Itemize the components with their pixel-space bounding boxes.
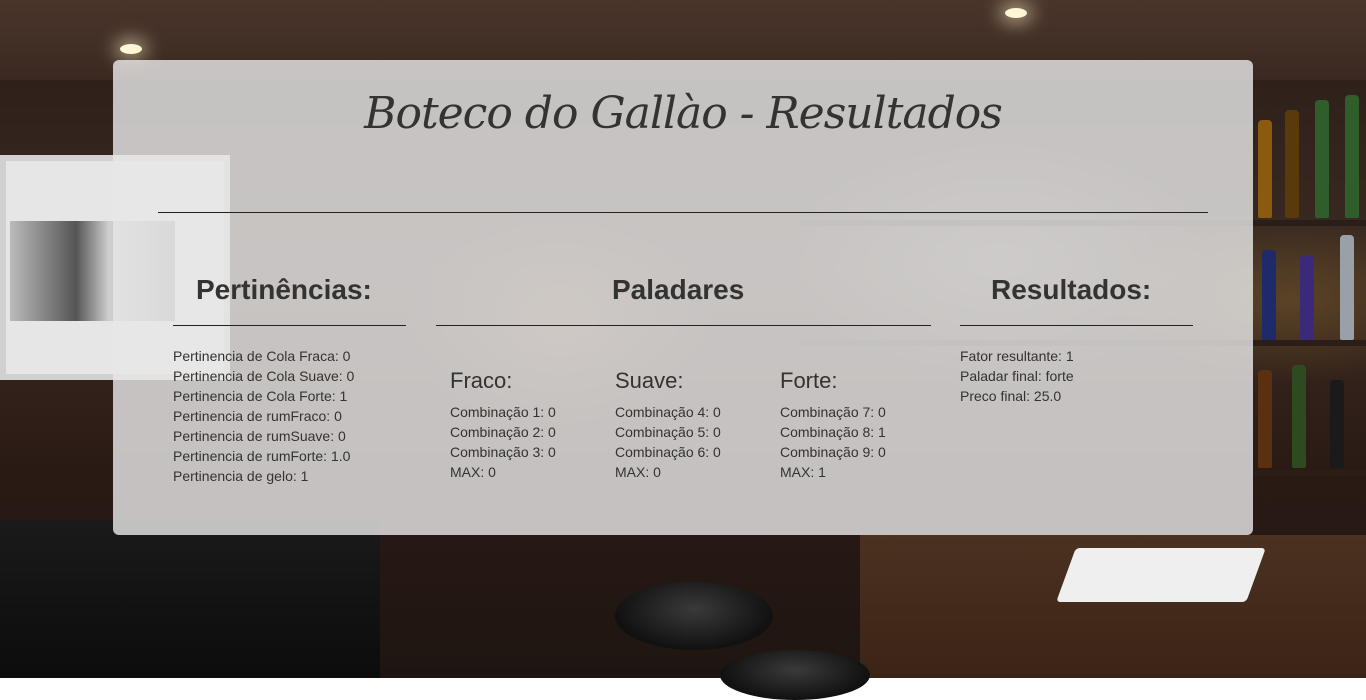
title-divider [158,212,1208,213]
combinacao-item: Combinação 2: 0 [450,424,556,440]
resultado-item: Paladar final: forte [960,368,1074,384]
pertinencia-item: Pertinencia de gelo: 1 [173,468,309,484]
ceiling-light [1005,8,1027,18]
pertinencia-item: Pertinencia de Cola Forte: 1 [173,388,348,404]
pertinencias-list: Pertinencia de Cola Fraca: 0 Pertinencia… [173,346,354,486]
bottle [1330,380,1344,468]
bar-stool [615,582,773,650]
combinacao-item: Combinação 7: 0 [780,404,886,420]
bottle [1258,370,1272,468]
paladar-forte-heading: Forte: [780,368,838,393]
combinacao-item: Combinação 1: 0 [450,404,556,420]
max-item: MAX: 0 [450,464,496,480]
bottle [1300,255,1314,340]
paladares-divider [436,325,931,326]
paladar-fraco-list: Combinação 1: 0 Combinação 2: 0 Combinaç… [450,402,556,482]
paladar-suave-list: Combinação 4: 0 Combinação 5: 0 Combinaç… [615,402,721,482]
ceiling-light [120,44,142,54]
resultados-heading: Resultados: [991,274,1152,305]
resultado-item: Preco final: 25.0 [960,388,1062,404]
paladares-heading: Paladares [612,274,745,305]
bottle [1262,250,1276,340]
combinacao-item: Combinação 6: 0 [615,444,721,460]
pertinencia-item: Pertinencia de rumSuave: 0 [173,428,346,444]
combinacao-item: Combinação 8: 1 [780,424,886,440]
max-item: MAX: 1 [780,464,826,480]
sofa [0,520,380,678]
resultados-divider [960,325,1193,326]
pertinencia-item: Pertinencia de rumForte: 1.0 [173,448,351,464]
page-title: Boteco do Gallào - Resultados [364,88,1003,139]
combinacao-item: Combinação 3: 0 [450,444,556,460]
paladar-suave-heading: Suave: [615,368,684,393]
pertinencia-item: Pertinencia de Cola Fraca: 0 [173,348,351,364]
combinacao-item: Combinação 5: 0 [615,424,721,440]
pertinencia-item: Pertinencia de rumFraco: 0 [173,408,342,424]
pertinencias-heading: Pertinências: [196,274,372,305]
max-item: MAX: 0 [615,464,661,480]
paladar-forte-list: Combinação 7: 0 Combinação 8: 1 Combinaç… [780,402,886,482]
pertinencias-divider [173,325,406,326]
cutting-board [1056,548,1266,602]
bottle [1340,235,1354,340]
pertinencia-item: Pertinencia de Cola Suave: 0 [173,368,355,384]
combinacao-item: Combinação 4: 0 [615,404,721,420]
bar-stool [720,650,870,700]
resultado-item: Fator resultante: 1 [960,348,1074,364]
combinacao-item: Combinação 9: 0 [780,444,886,460]
paladar-fraco-heading: Fraco: [450,368,513,393]
bottle [1292,365,1306,468]
resultados-list: Fator resultante: 1 Paladar final: forte… [960,346,1074,406]
